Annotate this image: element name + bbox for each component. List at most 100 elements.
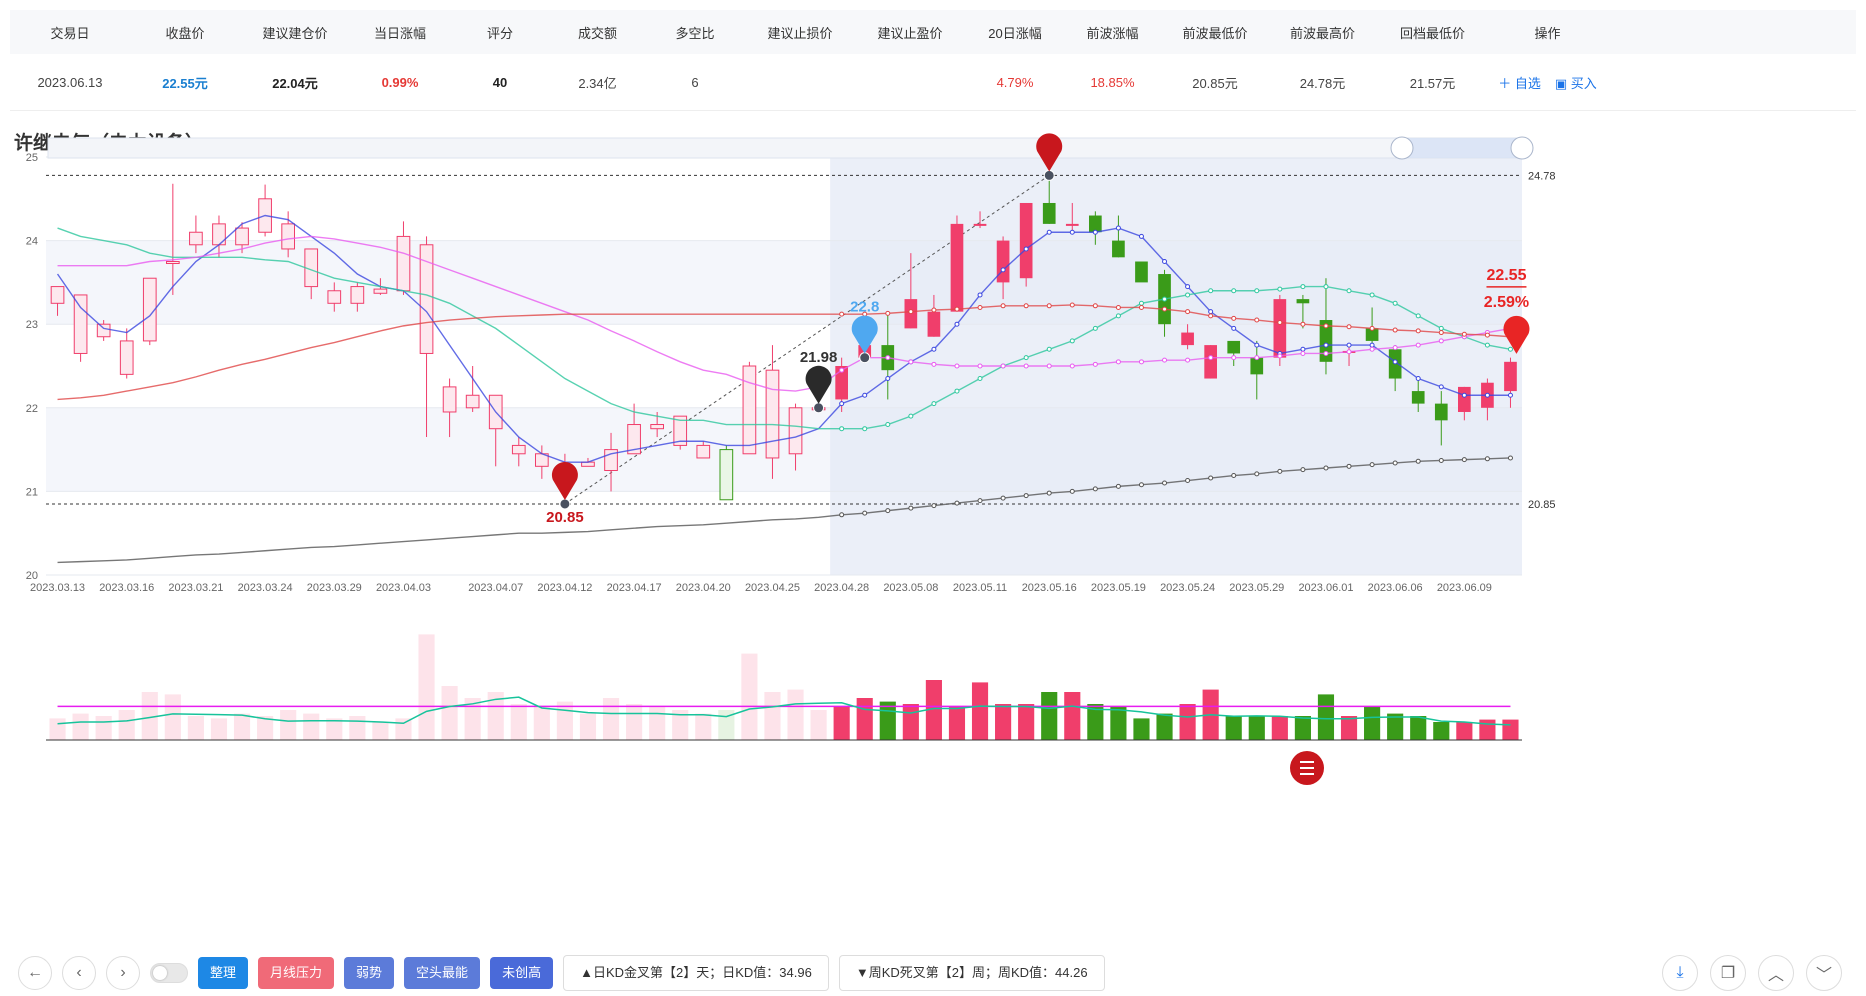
volume-bar xyxy=(418,634,435,740)
volume-bar xyxy=(118,710,135,740)
candle-body xyxy=(1065,223,1079,226)
buy-button[interactable]: ▣ 买入 xyxy=(1555,73,1597,92)
candle xyxy=(396,221,411,295)
y-tick-label: 20 xyxy=(26,570,38,582)
volume-bar xyxy=(741,653,758,740)
x-tick-label: 2023.06.09 xyxy=(1437,582,1492,594)
last-change-label: 2.59% xyxy=(1484,294,1529,311)
header-cell: 交易日 xyxy=(50,25,90,41)
next-icon[interactable]: › xyxy=(106,956,140,990)
table-cell: 2.34亿 xyxy=(578,75,617,91)
tag-monthly-pressure[interactable]: 月线压力 xyxy=(258,957,335,989)
ma5-line-point xyxy=(1461,392,1467,398)
ma250-line-point xyxy=(1323,465,1329,471)
legend-item-ma18: MA18 xyxy=(734,130,763,131)
ma63-line-point xyxy=(1415,328,1421,334)
header-cell: 评分 xyxy=(486,25,513,41)
ma31-line-point xyxy=(1185,357,1191,363)
back-icon[interactable]: ← xyxy=(18,956,52,990)
ma63-line-point xyxy=(1346,324,1352,330)
toggle-switch[interactable] xyxy=(150,963,188,983)
ma18-line-point xyxy=(1484,342,1490,348)
weekly-kd-info: ▼周KD死叉第【2】周；周KD值：44.26 xyxy=(838,955,1105,991)
volume-bar xyxy=(695,713,712,740)
ma31-line-point xyxy=(885,355,891,361)
ma63-line-point xyxy=(1092,303,1098,309)
volume-bar xyxy=(533,706,550,740)
ma63-line-point xyxy=(1162,306,1168,312)
volume-bar xyxy=(1340,716,1358,740)
tag-weak[interactable]: 弱势 xyxy=(344,957,395,989)
ma18-line-point xyxy=(908,413,914,419)
zoom-handle-left xyxy=(1390,136,1414,160)
volume-bar xyxy=(602,698,620,740)
candle-body xyxy=(1434,403,1448,421)
x-tick-label: 2023.04.17 xyxy=(607,582,662,594)
ma5-line-point xyxy=(977,292,983,298)
ma18-line-point xyxy=(1392,300,1398,306)
ma31-line-point xyxy=(1323,350,1329,356)
y-tick-label: 24 xyxy=(26,236,38,248)
header-cell: 建议建仓价 xyxy=(262,25,328,41)
ma250-line-point xyxy=(1208,475,1214,481)
ma18-line-point xyxy=(1254,288,1260,294)
scroll-bottom-icon[interactable]: ﹀ xyxy=(1806,955,1842,991)
volume-bar xyxy=(995,704,1012,740)
ma250-line-point xyxy=(1000,495,1006,501)
volume-bar xyxy=(1248,716,1265,740)
ma18-line-point xyxy=(977,376,983,382)
candle-body xyxy=(1181,332,1194,346)
tag-consolidation[interactable]: 整理 xyxy=(198,957,249,989)
ma250-line-point xyxy=(1484,456,1490,462)
candle xyxy=(419,236,434,438)
table-cell: 6 xyxy=(691,74,699,90)
candle-body xyxy=(1411,391,1425,404)
marker-pin xyxy=(551,461,578,500)
legend-label: MA63 xyxy=(850,130,879,131)
volume-bar xyxy=(764,692,781,740)
add-watchlist-button[interactable]: ＋ 自选 xyxy=(1498,73,1541,92)
ma31-line-point xyxy=(1023,363,1029,369)
candle-body xyxy=(996,240,1010,283)
ma5-line-point xyxy=(1254,342,1260,348)
candle-body xyxy=(1458,386,1471,412)
legend-item-ma63: MA63 xyxy=(850,130,879,131)
candle-body xyxy=(1135,261,1148,283)
legend-label: MA5 xyxy=(676,130,699,131)
legend-label: MA18 xyxy=(734,130,763,131)
scroll-top-icon[interactable]: ︿ xyxy=(1758,955,1794,991)
prev-icon[interactable]: ‹ xyxy=(62,956,96,990)
ma63-line-point xyxy=(1231,315,1237,321)
ma5-line-point xyxy=(1507,392,1513,398)
y-tick-label: 22 xyxy=(26,403,38,415)
ma5-line-point xyxy=(1000,267,1006,273)
ma18-line-point xyxy=(839,426,845,432)
candle xyxy=(119,328,134,379)
legend-item-k: K xyxy=(634,130,642,131)
ma31-line-point xyxy=(1115,359,1121,365)
tag-bear-energy[interactable]: 空头最能 xyxy=(404,957,481,989)
header-cell: 20日涨幅 xyxy=(988,25,1042,41)
ma63-line-point xyxy=(977,304,983,310)
y-tick-label: 25 xyxy=(26,152,38,164)
tag-no-new-high[interactable]: 未创高 xyxy=(490,957,554,989)
x-tick-label: 2023.05.24 xyxy=(1160,582,1215,594)
volume-bar xyxy=(510,704,527,740)
candle-body xyxy=(1042,202,1056,224)
volume-bar xyxy=(556,701,573,740)
ma63-line-point xyxy=(908,309,914,315)
x-tick-label: 2023.05.08 xyxy=(883,582,938,594)
download-icon[interactable]: ⤓ xyxy=(1662,955,1698,991)
volume-bar xyxy=(948,706,966,740)
ma5-line-point xyxy=(1346,342,1352,348)
ma31-line-point xyxy=(1000,363,1006,369)
header-cell: 回档最低价 xyxy=(1399,25,1465,41)
y-tick-label: 23 xyxy=(26,319,38,331)
ma31-line-point xyxy=(1392,345,1398,351)
volume-bar xyxy=(1179,704,1196,740)
ma250-line-point xyxy=(977,498,983,504)
candle-body xyxy=(1296,299,1310,304)
table-cell: 2023.06.13 xyxy=(37,74,103,90)
header-cell: 收盘价 xyxy=(165,25,205,41)
copy-icon[interactable]: ❐ xyxy=(1710,955,1746,991)
